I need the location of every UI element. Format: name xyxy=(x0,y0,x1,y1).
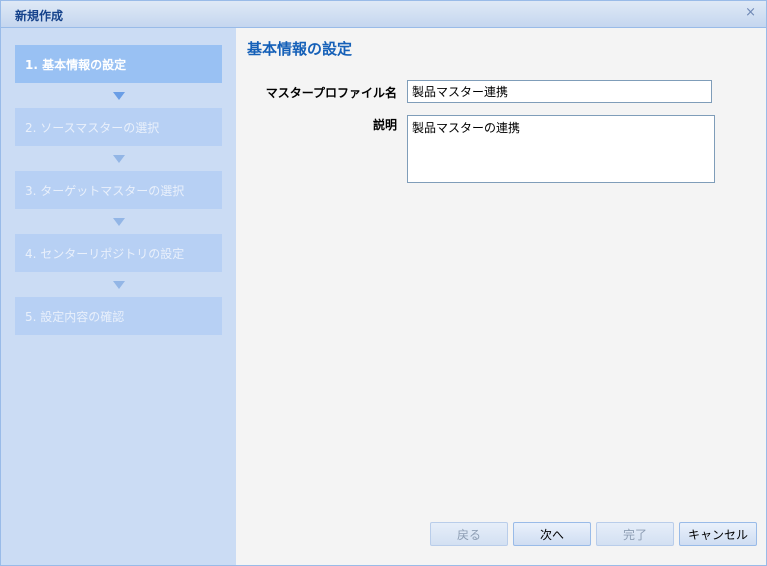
step-arrow-icon xyxy=(113,281,125,289)
main-panel: 基本情報の設定 マスタープロファイル名 説明 製品マスターの連携 戻る 次へ 完… xyxy=(236,28,766,565)
cancel-button[interactable]: キャンセル xyxy=(679,522,757,546)
step-arrow-icon xyxy=(113,218,125,226)
step-center-repository[interactable]: 4. センターリポジトリの設定 xyxy=(15,234,222,272)
step-confirm[interactable]: 5. 設定内容の確認 xyxy=(15,297,222,335)
wizard-dialog: 新規作成 × 1. 基本情報の設定 2. ソースマスターの選択 3. ターゲット… xyxy=(0,0,767,566)
section-heading: 基本情報の設定 xyxy=(247,40,353,58)
window-title: 新規作成 xyxy=(15,9,64,23)
description-label: 説明 xyxy=(372,118,397,132)
profile-name-input[interactable] xyxy=(407,80,712,103)
description-textarea[interactable]: 製品マスターの連携 xyxy=(407,115,715,183)
back-button[interactable]: 戻る xyxy=(430,522,508,546)
step-arrow-icon xyxy=(113,155,125,163)
next-button[interactable]: 次へ xyxy=(513,522,591,546)
title-bar[interactable]: 新規作成 × xyxy=(1,1,766,28)
step-basic-info[interactable]: 1. 基本情報の設定 xyxy=(15,45,222,83)
finish-button[interactable]: 完了 xyxy=(596,522,674,546)
step-arrow-icon xyxy=(113,92,125,100)
step-source-master[interactable]: 2. ソースマスターの選択 xyxy=(15,108,222,146)
profile-name-label: マスタープロファイル名 xyxy=(265,86,397,100)
wizard-steps-sidebar: 1. 基本情報の設定 2. ソースマスターの選択 3. ターゲットマスターの選択… xyxy=(1,28,236,565)
step-target-master[interactable]: 3. ターゲットマスターの選択 xyxy=(15,171,222,209)
close-icon[interactable]: × xyxy=(745,6,756,20)
